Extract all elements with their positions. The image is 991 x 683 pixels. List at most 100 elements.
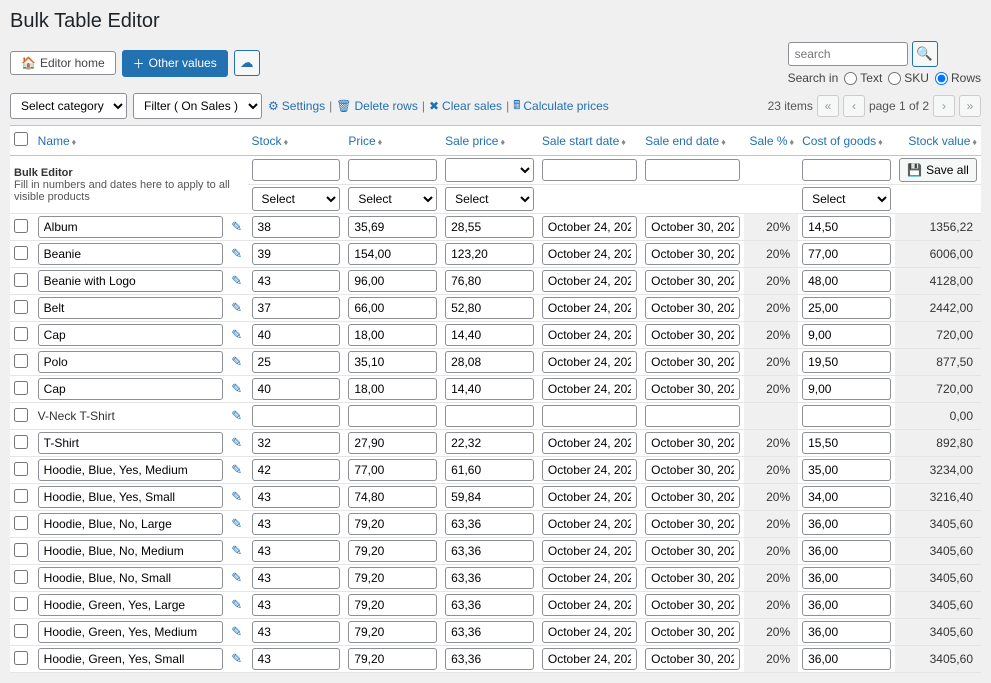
row-checkbox[interactable]	[14, 381, 28, 395]
row-start-input[interactable]	[542, 297, 637, 319]
row-sale-input[interactable]	[445, 378, 534, 400]
bulk-cost-select[interactable]: Select	[802, 187, 891, 211]
row-name-input[interactable]	[38, 567, 224, 589]
row-checkbox[interactable]	[14, 570, 28, 584]
row-price-input[interactable]	[348, 243, 437, 265]
col-stock[interactable]: Stock♦	[252, 134, 289, 148]
row-stock-input[interactable]	[252, 324, 341, 346]
row-checkbox[interactable]	[14, 597, 28, 611]
bulk-price-input[interactable]	[348, 159, 437, 181]
row-stock-input[interactable]	[252, 621, 341, 643]
row-sale-input[interactable]	[445, 243, 534, 265]
edit-icon[interactable]: ✎	[231, 354, 242, 369]
row-start-input[interactable]	[542, 486, 637, 508]
row-sale-input[interactable]	[445, 459, 534, 481]
category-select[interactable]: Select category	[10, 93, 127, 119]
settings-link[interactable]: ⚙Settings	[268, 99, 325, 113]
row-checkbox[interactable]	[14, 543, 28, 557]
row-cost-input[interactable]	[802, 324, 891, 346]
row-cost-input[interactable]	[802, 378, 891, 400]
row-stock-input[interactable]	[252, 648, 341, 670]
row-end-input[interactable]	[645, 540, 740, 562]
row-sale-input[interactable]	[445, 594, 534, 616]
bulk-price-select[interactable]: Select	[348, 187, 437, 211]
row-cost-input[interactable]	[802, 432, 891, 454]
row-checkbox[interactable]	[14, 246, 28, 260]
row-cost-input[interactable]	[802, 513, 891, 535]
row-sale-input[interactable]	[445, 216, 534, 238]
row-end-input[interactable]	[645, 594, 740, 616]
row-end-input[interactable]	[645, 648, 740, 670]
row-stock-input[interactable]	[252, 459, 341, 481]
row-end-input[interactable]	[645, 351, 740, 373]
row-name-input[interactable]	[38, 297, 224, 319]
row-price-input[interactable]	[348, 567, 437, 589]
row-sale-input[interactable]	[445, 648, 534, 670]
cloud-button[interactable]: ☁	[234, 50, 260, 76]
row-checkbox[interactable]	[14, 624, 28, 638]
edit-icon[interactable]: ✎	[231, 273, 242, 288]
row-start-input[interactable]	[542, 567, 637, 589]
row-name-input[interactable]	[38, 459, 224, 481]
row-name-input[interactable]	[38, 351, 224, 373]
col-stock-value[interactable]: Stock value♦	[908, 134, 977, 148]
row-price-input[interactable]	[348, 432, 437, 454]
delete-rows-link[interactable]: 🗑Delete rows	[336, 99, 418, 113]
edit-icon[interactable]: ✎	[231, 570, 242, 585]
search-button[interactable]: 🔍	[912, 41, 938, 67]
page-first[interactable]: «	[817, 95, 839, 117]
row-cost-input[interactable]	[802, 297, 891, 319]
row-start-input[interactable]	[542, 243, 637, 265]
row-name-input[interactable]	[38, 216, 224, 238]
row-price-input[interactable]	[348, 270, 437, 292]
row-checkbox[interactable]	[14, 300, 28, 314]
row-end-input[interactable]	[645, 513, 740, 535]
row-sale-input[interactable]	[445, 540, 534, 562]
edit-icon[interactable]: ✎	[231, 489, 242, 504]
row-name-input[interactable]	[38, 378, 224, 400]
row-start-input[interactable]	[542, 324, 637, 346]
row-start-input[interactable]	[542, 648, 637, 670]
row-price-input[interactable]	[348, 216, 437, 238]
row-stock-input[interactable]	[252, 216, 341, 238]
edit-icon[interactable]: ✎	[231, 219, 242, 234]
row-cost-input[interactable]	[802, 459, 891, 481]
row-start-input[interactable]	[542, 540, 637, 562]
row-stock-input[interactable]	[252, 567, 341, 589]
row-cost-input[interactable]	[802, 270, 891, 292]
row-start-input[interactable]	[542, 513, 637, 535]
row-price-input[interactable]	[348, 297, 437, 319]
bulk-stock-input[interactable]	[252, 159, 341, 181]
edit-icon[interactable]: ✎	[231, 462, 242, 477]
row-end-input[interactable]	[645, 621, 740, 643]
row-cost-input[interactable]	[802, 648, 891, 670]
row-end-input[interactable]	[645, 243, 740, 265]
page-next[interactable]: ›	[933, 95, 955, 117]
row-cost-input[interactable]	[802, 405, 891, 427]
row-price-input[interactable]	[348, 540, 437, 562]
row-checkbox[interactable]	[14, 489, 28, 503]
edit-icon[interactable]: ✎	[231, 300, 242, 315]
other-values-button[interactable]: ＋ Other values	[122, 50, 228, 77]
row-cost-input[interactable]	[802, 567, 891, 589]
clear-sales-link[interactable]: ✖Clear sales	[429, 99, 502, 113]
row-checkbox[interactable]	[14, 516, 28, 530]
row-end-input[interactable]	[645, 432, 740, 454]
row-sale-input[interactable]	[445, 621, 534, 643]
row-name-input[interactable]	[38, 621, 224, 643]
row-checkbox[interactable]	[14, 435, 28, 449]
edit-icon[interactable]: ✎	[231, 381, 242, 396]
edit-icon[interactable]: ✎	[231, 624, 242, 639]
row-name-input[interactable]	[38, 513, 224, 535]
row-cost-input[interactable]	[802, 594, 891, 616]
search-input[interactable]	[788, 42, 908, 66]
bulk-stock-select[interactable]: Select	[252, 187, 341, 211]
page-last[interactable]: »	[959, 95, 981, 117]
col-sale-start[interactable]: Sale start date♦	[542, 134, 626, 148]
row-cost-input[interactable]	[802, 486, 891, 508]
row-stock-input[interactable]	[252, 486, 341, 508]
row-end-input[interactable]	[645, 297, 740, 319]
edit-icon[interactable]: ✎	[231, 651, 242, 666]
row-checkbox[interactable]	[14, 354, 28, 368]
row-checkbox[interactable]	[14, 408, 28, 422]
